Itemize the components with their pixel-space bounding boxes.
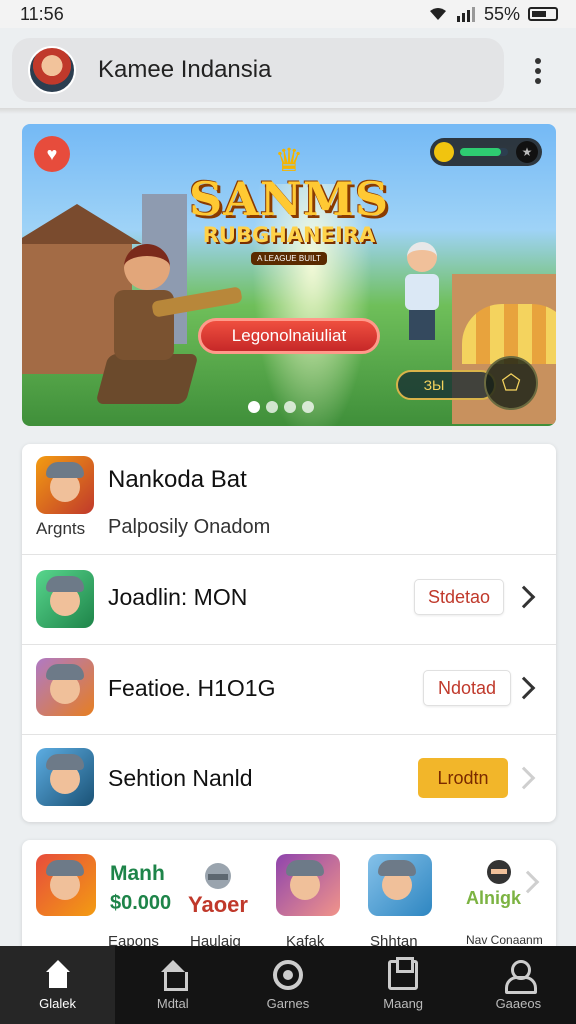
game-thumb[interactable] [276,854,340,916]
banner-chip[interactable]: ЗЫ [396,370,496,400]
status-time: 11:56 [20,3,64,24]
coin-icon [434,142,454,162]
carousel-dot[interactable] [284,401,296,413]
xp-track [460,148,508,156]
hero-banner[interactable]: ♥ ★ ♛ SANMS RUBGHANEIRA A LEAGUE BUILT L… [22,124,556,426]
npc-character [402,242,442,340]
heart-icon[interactable]: ♥ [34,136,70,172]
brand-logo-2: Alnigk [466,888,522,908]
featured-sub-left: Argnts [36,519,86,538]
status-button[interactable]: Ndotad [423,670,511,706]
game-logo: ♛ SANMS RUBGHANEIRA A LEAGUE BUILT [182,144,396,266]
ninja-icon [487,860,511,884]
messages-icon [388,956,419,990]
app-title: Kamee Indansia [98,56,272,83]
battery-percent: 55% [483,3,520,24]
nav-label: Garnes [266,995,310,1011]
trophy-icon: ★ [516,141,538,163]
app-bar: Kamee Indansia [12,38,504,102]
xp-meter: ★ [430,138,542,166]
featured-subtitle: Palposily Onadom [108,516,271,538]
status-button[interactable]: Lrodtn [418,758,508,798]
shield-icon[interactable]: ⬠ [484,356,538,410]
battery-icon [528,7,558,21]
signal-icon [456,7,475,22]
nav-item-profile[interactable]: Gaaeos [461,946,576,1024]
avatar[interactable] [28,46,76,94]
game-thumb[interactable] [36,854,96,916]
carousel-dot[interactable] [248,401,260,413]
featured-title[interactable]: Nankoda Bat [108,466,247,494]
nav-item-messages[interactable]: Maang [346,946,461,1024]
wifi-icon [429,8,446,20]
helmet-icon [205,863,231,889]
games-icon [272,959,303,990]
nav-label: Gaaeos [495,995,542,1011]
game-caption: Nav Conaanm [466,933,543,947]
list-item-label: Sehtion Nanld [108,765,253,791]
bottom-nav: Glalek Mdtal Garnes Maang Gaaeos [0,946,576,1024]
nav-label: Glalek [39,995,77,1011]
nav-item-metal[interactable]: Mdtal [115,946,230,1024]
market-awning [462,304,556,364]
status-button[interactable]: Stdetao [414,579,504,615]
more-vert-icon[interactable] [526,54,550,88]
carousel-dot[interactable] [302,401,314,413]
promo-title: Manh [110,862,165,885]
nav-label: Mdtal [156,995,189,1011]
nav-item-home[interactable]: Glalek [0,946,116,1024]
list-item-label: Joadlin: MON [108,584,248,610]
promo-price: $0.000 [110,892,172,914]
nav-item-games[interactable]: Garnes [230,946,345,1024]
divider [22,554,556,555]
logo-subtitle: RUBGHANEIRA [202,223,376,247]
list-item-thumb [36,748,94,806]
game-thumb[interactable] [368,854,432,916]
home-icon [43,959,73,990]
brand-logo: Yaoer [188,892,248,917]
nav-label: Maang [383,995,424,1011]
featured-thumb[interactable] [36,456,94,514]
status-bar: 11:56 55% [0,0,576,28]
divider [22,734,556,735]
divider [22,644,556,645]
list-item-thumb [36,570,94,628]
list-item-thumb [36,658,94,716]
app-bar-shadow [0,108,576,114]
list-item-label: Featioe. H1O1G [108,675,276,701]
carousel-dots [248,401,314,413]
status-icons: 55% [428,4,558,25]
play-button[interactable]: Legonolnaiuliat [198,318,380,354]
profile-icon [503,959,538,994]
xp-fill [460,148,501,156]
house-icon [158,959,188,991]
logo-title: SANMS [188,172,390,226]
carousel-dot[interactable] [266,401,278,413]
logo-tag: A LEAGUE BUILT [251,252,327,265]
